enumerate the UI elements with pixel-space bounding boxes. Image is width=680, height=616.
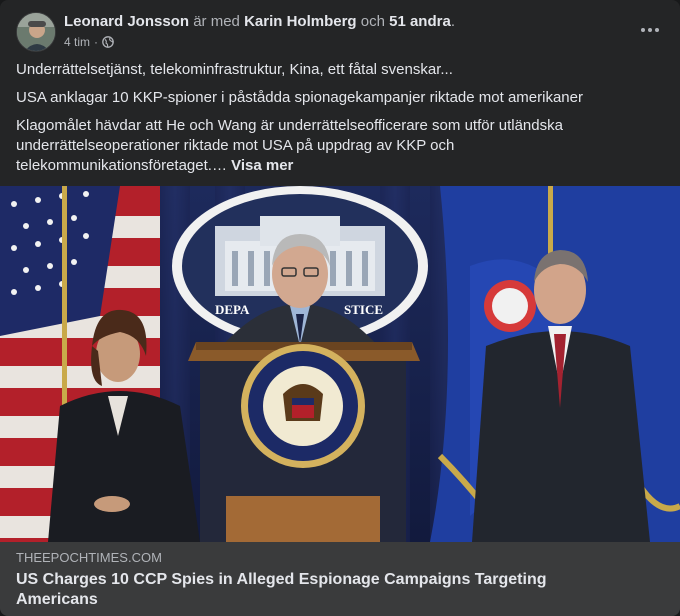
with-label: är med [193, 13, 240, 30]
press-conference-photo: DEPA STICE [0, 186, 680, 542]
post-line-3: Klagomålet hävdar att He och Wang är und… [16, 116, 664, 176]
post-meta: Leonard Jonsson är med Karin Holmberg oc… [64, 12, 455, 50]
svg-text:STICE: STICE [344, 302, 383, 317]
timestamp-line: 4 tim · [64, 34, 455, 50]
post-body: Underrättelsetjänst, telekominfrastruktu… [16, 60, 664, 184]
more-options-icon[interactable] [636, 16, 664, 44]
link-domain: THEEPOCHTIMES.COM [16, 550, 162, 565]
separator-dot: · [94, 35, 99, 49]
author-avatar[interactable] [16, 12, 56, 52]
period: . [450, 13, 455, 30]
author-line: Leonard Jonsson är med Karin Holmberg oc… [64, 12, 455, 32]
link-title[interactable]: US Charges 10 CCP Spies in Alleged Espio… [16, 570, 616, 610]
author-name[interactable]: Leonard Jonsson [64, 13, 189, 30]
timestamp[interactable]: 4 tim [64, 34, 90, 50]
see-more-link[interactable]: Visa mer [231, 157, 293, 174]
svg-text:DEPA: DEPA [215, 302, 250, 317]
and-label: och [360, 13, 385, 30]
link-preview[interactable]: THEEPOCHTIMES.COM US Charges 10 CCP Spie… [0, 542, 680, 616]
post-line-1: Underrättelsetjänst, telekominfrastruktu… [16, 61, 453, 78]
podium [188, 342, 420, 542]
post-line-2: USA anklagar 10 KKP-spioner i påstådda s… [16, 89, 583, 106]
post-header: Leonard Jonsson är med Karin Holmberg oc… [16, 12, 664, 52]
post-image[interactable]: DEPA STICE [0, 186, 680, 542]
post-card: Leonard Jonsson är med Karin Holmberg oc… [0, 0, 680, 616]
others-count[interactable]: 51 andra [389, 13, 451, 30]
globe-icon[interactable] [102, 36, 114, 48]
tagged-person[interactable]: Karin Holmberg [244, 13, 357, 30]
